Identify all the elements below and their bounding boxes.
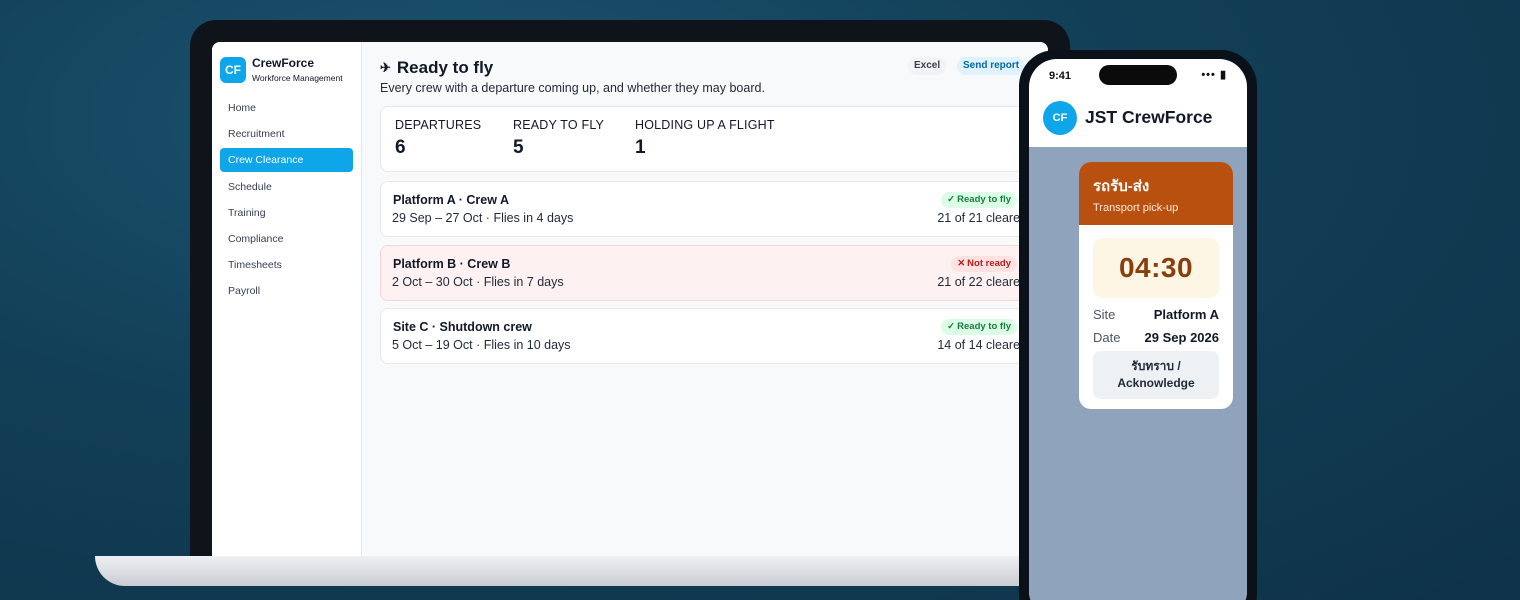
stat-holding-up: HOLDING UP A FLIGHT 1 [635, 118, 775, 159]
cleared-count: 21 of 21 cleared [937, 211, 1027, 225]
sidebar-item-timesheets[interactable]: Timesheets [220, 253, 353, 277]
cross-icon: ✕ [957, 258, 966, 269]
crew-row[interactable]: Platform B · Crew B 2 Oct – 30 Oct · Fli… [380, 245, 1040, 301]
laptop-screen: CF CrewForce Workforce Management Home R… [212, 42, 1048, 556]
app-subtitle: Workforce Management [252, 73, 343, 83]
acknowledge-label: Acknowledge [1117, 376, 1195, 390]
page-subtitle: Every crew with a departure coming up, a… [380, 81, 765, 95]
sidebar-item-training[interactable]: Training [220, 201, 353, 225]
status-icons: ••• ▮ [1201, 69, 1227, 81]
stat-ready-to-fly: READY TO FLY 5 [513, 118, 604, 159]
excel-button[interactable]: Excel [908, 57, 947, 75]
page-title-text: Ready to fly [396, 58, 494, 77]
card-subtitle: Transport pick-up [1093, 202, 1179, 214]
status-text: Not ready [967, 258, 1011, 269]
date-label: Date [1093, 330, 1121, 345]
crew-title: Site C · Shutdown crew [393, 320, 532, 334]
sidebar-nav: Home Recruitment Crew Clearance Schedule… [220, 96, 353, 306]
page-title: ✈ Ready to fly [380, 58, 493, 78]
stat-label: DEPARTURES [395, 118, 482, 132]
acknowledge-button[interactable]: รับทราบ / Acknowledge [1093, 351, 1219, 399]
crew-row[interactable]: Platform A · Crew A 29 Sep – 27 Oct · Fl… [380, 181, 1040, 237]
cleared-count: 21 of 22 cleared [937, 275, 1027, 289]
stat-value: 5 [513, 137, 524, 158]
date-value: 29 Sep 2026 [1144, 330, 1219, 345]
status-badge: ✓ Ready to fly [941, 192, 1017, 208]
laptop-base [95, 556, 1095, 586]
status-text: Ready to fly [957, 194, 1011, 205]
crew-dates: 2 Oct – 30 Oct · Flies in 7 days [392, 275, 564, 289]
site-value: Platform A [1153, 307, 1219, 322]
site-label: Site [1093, 307, 1116, 322]
sidebar-item-recruitment[interactable]: Recruitment [220, 122, 353, 146]
card-title: รถรับ-ส่ง [1093, 178, 1150, 195]
chat-header: CF JST CrewForce [1029, 89, 1247, 147]
status-badge: ✓ Ready to fly [941, 319, 1017, 335]
status-text: Ready to fly [957, 321, 1011, 332]
card-header: รถรับ-ส่ง Transport pick-up [1079, 162, 1233, 225]
crew-row[interactable]: Site C · Shutdown crew 5 Oct – 19 Oct · … [380, 308, 1040, 364]
crew-dates: 29 Sep – 27 Oct · Flies in 4 days [392, 211, 574, 225]
sidebar-item-home[interactable]: Home [220, 96, 353, 120]
stat-label: READY TO FLY [513, 118, 605, 132]
stat-value: 1 [635, 137, 646, 158]
status-time: 9:41 [1049, 70, 1072, 82]
stat-departures: DEPARTURES 6 [395, 118, 481, 159]
send-report-button[interactable]: Send report [957, 57, 1026, 75]
avatar: CF [1043, 101, 1077, 135]
acknowledge-label-thai: รับทราบ / [1131, 359, 1181, 373]
transport-card: รถรับ-ส่ง Transport pick-up 04:30 Site P… [1079, 162, 1233, 409]
pickup-time: 04:30 [1093, 238, 1219, 298]
sidebar: CF CrewForce Workforce Management Home R… [212, 42, 362, 556]
crew-title: Platform B · Crew B [393, 257, 511, 271]
logo-badge: CF [220, 57, 246, 83]
stat-value: 6 [395, 137, 406, 158]
phone-screen: 9:41 ••• ▮ CF JST CrewForce รถรับ-ส่ง Tr… [1029, 59, 1247, 600]
check-icon: ✓ [947, 321, 956, 332]
check-icon: ✓ [947, 194, 956, 205]
dynamic-island [1099, 65, 1177, 85]
main-content: ✈ Ready to fly Every crew with a departu… [362, 42, 1048, 556]
sidebar-item-crew-clearance[interactable]: Crew Clearance [220, 148, 353, 173]
crew-dates: 5 Oct – 19 Oct · Flies in 10 days [392, 338, 571, 352]
sidebar-item-schedule[interactable]: Schedule [220, 175, 353, 199]
sidebar-item-payroll[interactable]: Payroll [220, 279, 353, 303]
status-badge: ✕ Not ready [951, 256, 1017, 272]
sidebar-item-compliance[interactable]: Compliance [220, 227, 353, 251]
brand: CF CrewForce Workforce Management [220, 56, 343, 84]
airplane-icon: ✈ [380, 60, 391, 75]
cleared-count: 14 of 14 cleared [937, 338, 1027, 352]
stat-label: HOLDING UP A FLIGHT [635, 118, 775, 132]
crew-title: Platform A · Crew A [393, 193, 509, 207]
stats-panel: DEPARTURES 6 READY TO FLY 5 HOLDING UP A… [380, 106, 1040, 172]
app-name: CrewForce [252, 56, 315, 70]
brand-text: CrewForce Workforce Management [252, 56, 343, 84]
chat-title: JST CrewForce [1085, 107, 1213, 127]
